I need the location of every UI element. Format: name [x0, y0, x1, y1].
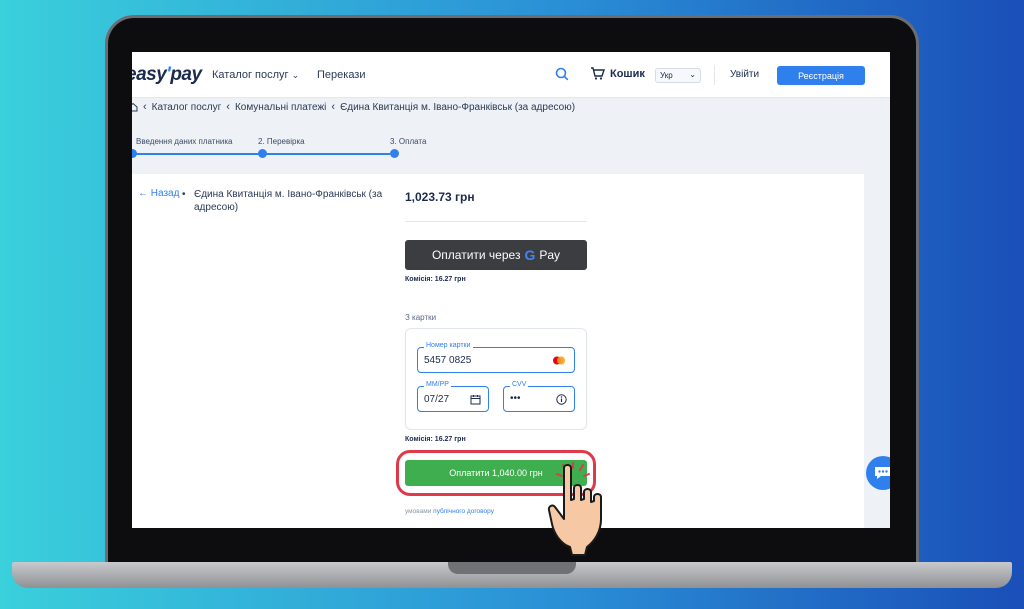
mastercard-icon [553, 356, 565, 365]
terms-prefix: умовами [405, 508, 432, 515]
chevron-left-icon: ‹ [143, 101, 147, 113]
payment-card: ← Назад • Єдина Квитанція м. Івано-Франк… [132, 174, 864, 528]
chevron-down-icon: ⌄ [291, 70, 300, 80]
chat-icon [875, 467, 890, 479]
breadcrumb-utilities[interactable]: Комунальні платежі [235, 102, 326, 113]
browser-screen: easy'pay Каталог послуг ⌄ Перекази Кошик… [132, 52, 890, 528]
gpay-brand: Pay [539, 248, 561, 262]
gpay-commission: Комісія: 16.27 грн [405, 276, 466, 283]
chevron-left-icon: ‹ [226, 101, 230, 113]
arrow-left-icon: ← [138, 188, 148, 199]
login-link[interactable]: Увійти [730, 69, 759, 80]
service-name: • Єдина Квитанція м. Івано-Франківськ (з… [182, 188, 394, 214]
from-card-label: З картки [405, 313, 437, 322]
nav-catalog-label: Каталог послуг [212, 69, 289, 81]
step-1-label: Введення даних платника [136, 137, 233, 146]
search-icon[interactable] [555, 67, 569, 81]
calendar-icon[interactable] [470, 394, 481, 405]
home-icon[interactable] [132, 102, 138, 112]
step-1-dot [132, 149, 137, 158]
card-number-label: Номер картки [424, 342, 473, 349]
step-3-dot [390, 149, 399, 158]
nav-transfers[interactable]: Перекази [317, 69, 366, 81]
step-3-label: 3. Оплата [390, 137, 427, 146]
logo-text-a: easy [132, 64, 167, 85]
cart-button[interactable]: Кошик [590, 67, 645, 80]
cvv-field[interactable]: CVV ••• [503, 381, 575, 412]
card-commission: Комісія: 16.27 грн [405, 436, 466, 443]
easypay-logo[interactable]: easy'pay [132, 64, 202, 86]
laptop-notch [448, 562, 576, 574]
terms-text: умовами публічного договору [405, 508, 494, 515]
site-header: easy'pay Каталог послуг ⌄ Перекази Кошик… [132, 52, 890, 98]
divider [405, 221, 587, 222]
card-form: Номер картки 5457 0825 ММ/РР 07/27 CVV •… [405, 328, 587, 430]
cart-label: Кошик [610, 67, 645, 80]
commission-label: Комісія: [405, 436, 433, 443]
chevron-down-icon: ⌄ [689, 70, 696, 79]
hand-pointer-icon [547, 464, 602, 556]
gpay-label: Оплатити через [431, 248, 521, 262]
breadcrumb-current: Єдина Квитанція м. Івано-Франківськ (за … [340, 101, 576, 113]
logo-text-b: pay [170, 64, 202, 85]
cvv-label: CVV [510, 381, 529, 388]
header-divider [714, 65, 715, 85]
step-2-dot [258, 149, 267, 158]
commission-value: 16.27 грн [434, 276, 466, 283]
cvv-value: ••• [510, 393, 521, 404]
chat-button[interactable] [866, 456, 890, 490]
commission-value: 16.27 грн [434, 436, 466, 443]
google-g-icon: G [524, 247, 536, 263]
card-number-field[interactable]: Номер картки 5457 0825 [417, 342, 575, 373]
commission-label: Комісія: [405, 276, 433, 283]
register-button[interactable]: Реєстрація [777, 66, 865, 85]
expiry-label: ММ/РР [424, 381, 451, 388]
bullet: • [182, 189, 186, 200]
info-icon[interactable] [556, 394, 567, 405]
breadcrumb: ‹ Каталог послуг ‹ Комунальні платежі ‹ … [132, 101, 575, 113]
language-value: Укр [660, 71, 673, 80]
language-select[interactable]: Укр ⌄ [655, 68, 701, 83]
payment-amount: 1,023.73 грн [405, 190, 475, 204]
step-2-label: 2. Перевірка [258, 137, 305, 146]
expiry-field[interactable]: ММ/РР 07/27 [417, 381, 489, 412]
breadcrumb-catalog[interactable]: Каталог послуг [152, 102, 222, 113]
step-progress-line [132, 153, 262, 155]
back-label: Назад [150, 188, 180, 199]
back-link[interactable]: ← Назад [138, 188, 179, 199]
chevron-left-icon: ‹ [331, 101, 336, 113]
card-number-value: 5457 0825 [424, 355, 472, 366]
service-name-text: Єдина Квитанція м. Івано-Франківськ (за … [194, 189, 383, 213]
public-contract-link[interactable]: публічного договору [433, 508, 494, 515]
google-pay-button[interactable]: Оплатити через G Pay [405, 240, 587, 270]
nav-catalog[interactable]: Каталог послуг ⌄ [212, 69, 299, 81]
cart-icon [591, 67, 605, 80]
expiry-value: 07/27 [424, 394, 450, 405]
step-progress-line [266, 153, 390, 155]
